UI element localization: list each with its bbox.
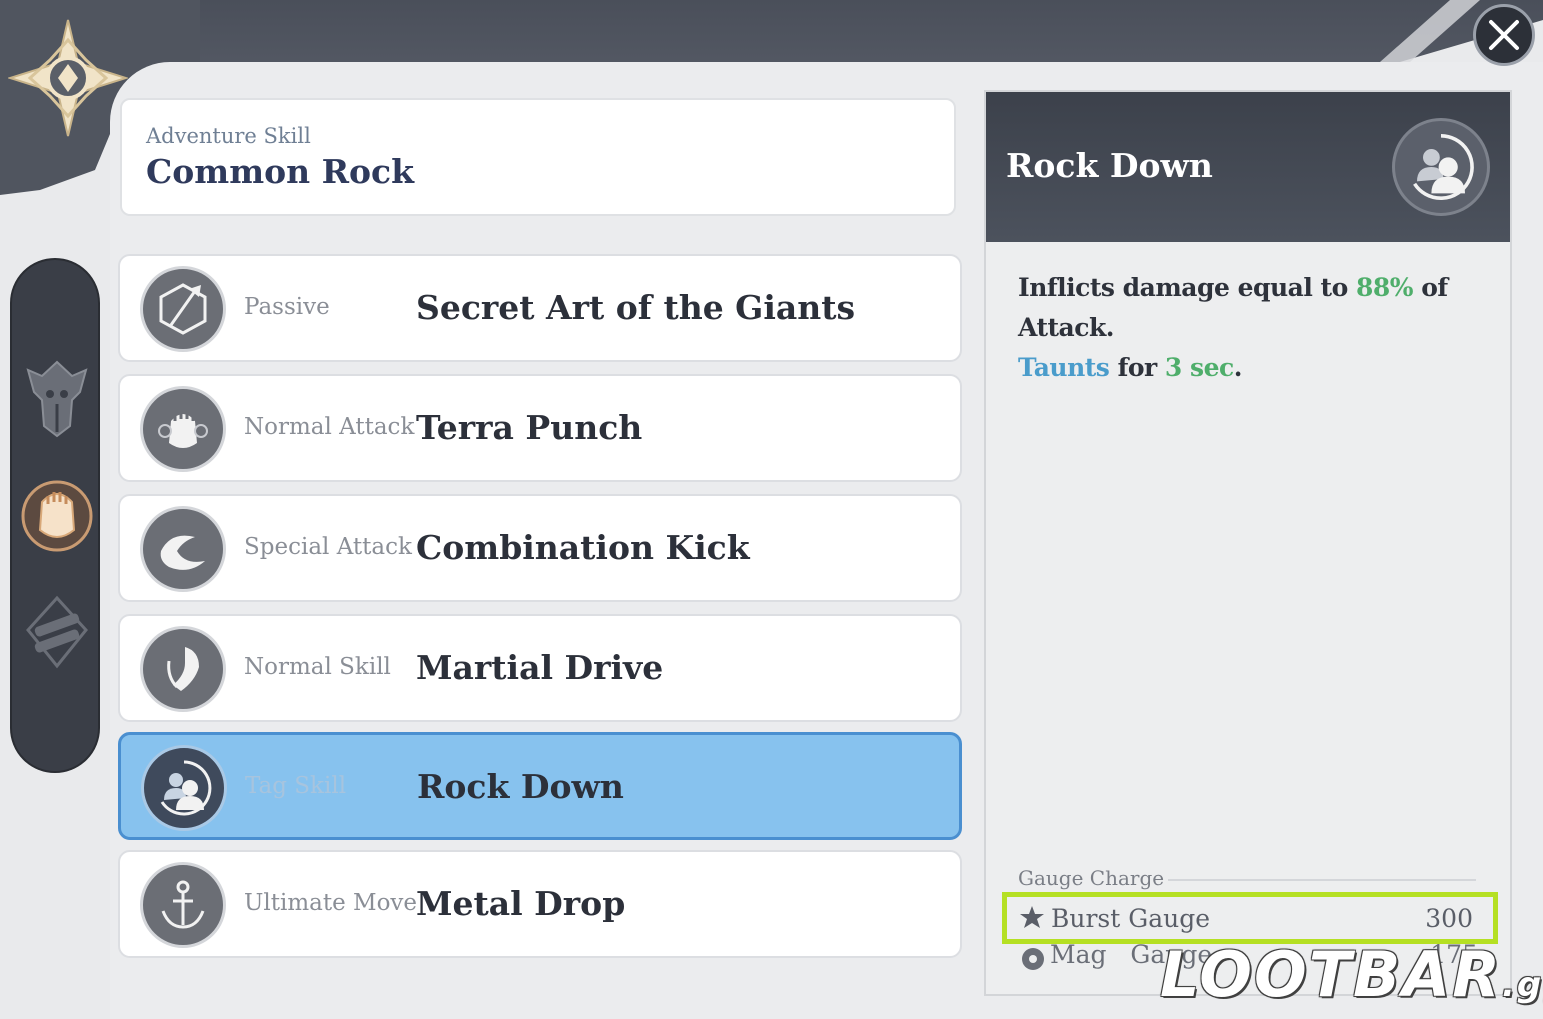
martial-figure-icon xyxy=(140,626,226,712)
fist-icon xyxy=(140,386,226,472)
skill-name: Rock Down xyxy=(417,767,624,806)
skill-set-header: Adventure Skill Common Rock xyxy=(120,98,956,216)
skill-type-label: Normal Skill xyxy=(244,654,391,680)
skill-detail-title: Rock Down xyxy=(1006,146,1213,185)
skill-name: Metal Drop xyxy=(416,884,626,923)
skill-detail-header: Rock Down xyxy=(986,92,1510,242)
burst-gauge-row: Burst Gauge 300 xyxy=(1002,892,1498,944)
gauge-charge-title: Gauge Charge xyxy=(1018,866,1165,890)
skill-name: Terra Punch xyxy=(416,408,643,447)
tab-fist-icon[interactable] xyxy=(20,474,94,558)
skill-name: Combination Kick xyxy=(416,528,750,567)
skill-type-label: Special Attack xyxy=(244,534,412,560)
close-button[interactable] xyxy=(1473,4,1535,66)
skill-set-title: Common Rock xyxy=(146,152,414,191)
close-icon xyxy=(1489,20,1519,50)
desc-text: for xyxy=(1109,353,1165,382)
skill-row-special-attack[interactable]: Special Attack Combination Kick xyxy=(118,494,962,602)
desc-taunt-keyword[interactable]: Taunts xyxy=(1018,353,1110,382)
skill-row-ultimate-move[interactable]: Ultimate Move Metal Drop xyxy=(118,850,962,958)
desc-text: . xyxy=(1233,353,1243,382)
side-tab-rail xyxy=(10,258,100,773)
skill-description: Inflicts damage equal to 88% of Attack. … xyxy=(1018,268,1488,388)
watermark-tld: .gg xyxy=(1501,965,1543,1005)
tag-swap-icon xyxy=(1392,118,1490,216)
burst-gauge-label: Burst Gauge xyxy=(1051,904,1211,933)
divider xyxy=(1168,879,1476,881)
burst-star-icon xyxy=(1020,906,1044,928)
burst-gauge-value: 300 xyxy=(1425,904,1473,933)
skill-type-label: Normal Attack xyxy=(244,414,415,440)
tab-scroll-icon[interactable] xyxy=(20,590,94,674)
desc-text: Inflicts damage equal to xyxy=(1018,273,1356,302)
anchor-drop-icon xyxy=(140,862,226,948)
desc-duration: 3 sec xyxy=(1164,353,1234,382)
mag-gear-icon xyxy=(1022,948,1044,970)
skill-name: Martial Drive xyxy=(416,648,664,687)
skill-row-passive[interactable]: Passive Secret Art of the Giants xyxy=(118,254,962,362)
tag-swap-icon xyxy=(141,745,227,831)
skill-row-tag-skill[interactable]: Tag Skill Rock Down xyxy=(118,732,962,840)
tab-dragon-crest-icon[interactable] xyxy=(20,356,94,440)
lootbar-watermark: LOOTBAR.gg xyxy=(1160,938,1543,1011)
skill-detail-panel: Rock Down Inflicts damage equal to 88% o… xyxy=(984,90,1512,996)
skill-row-normal-attack[interactable]: Normal Attack Terra Punch xyxy=(118,374,962,482)
compass-emblem-icon xyxy=(8,19,128,137)
skill-category-label: Adventure Skill xyxy=(146,124,311,148)
skill-type-label: Ultimate Move xyxy=(244,890,418,916)
watermark-brand: LOOTBAR xyxy=(1160,938,1502,1011)
skill-type-label: Passive xyxy=(244,294,330,320)
desc-damage-percent: 88% xyxy=(1355,273,1414,302)
skill-name: Secret Art of the Giants xyxy=(416,288,856,327)
hexagon-pick-icon xyxy=(140,266,226,352)
kick-swirl-icon xyxy=(140,506,226,592)
mag-gauge-label-word: Mag xyxy=(1050,940,1107,969)
skill-type-label: Tag Skill xyxy=(245,773,347,799)
skill-row-normal-skill[interactable]: Normal Skill Martial Drive xyxy=(118,614,962,722)
